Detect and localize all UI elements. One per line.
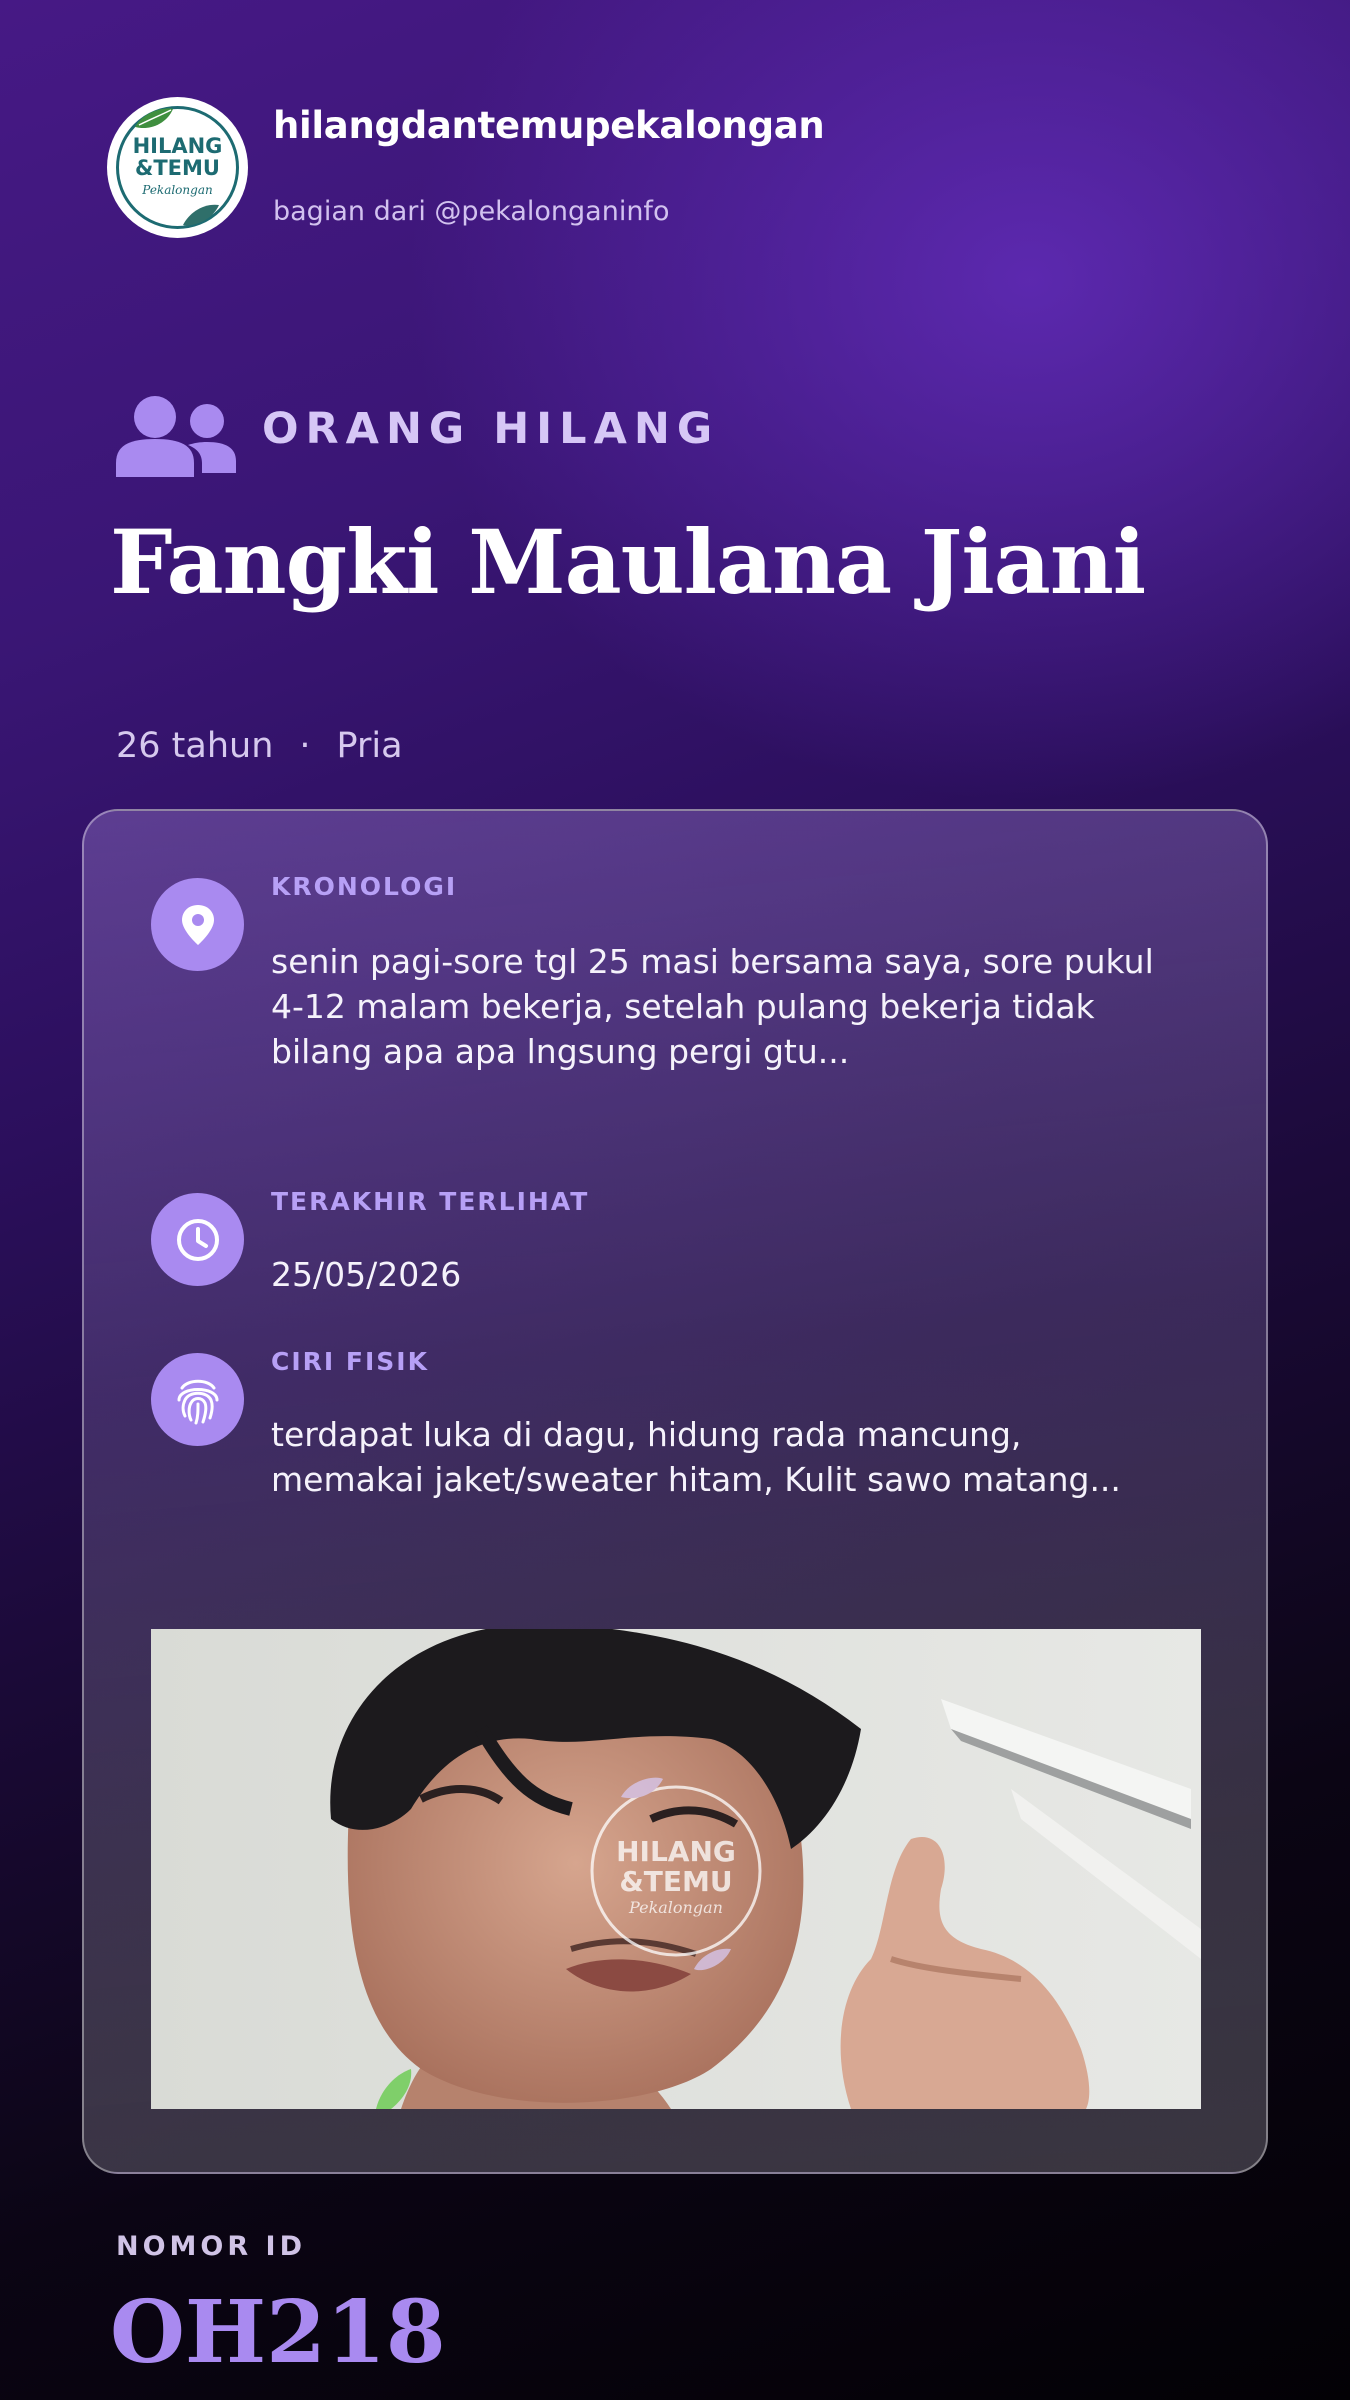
ciri-fisik-text: terdapat luka di dagu, hidung rada mancu… — [271, 1415, 1121, 1499]
brand-logo: HILANG &TEMU Pekalongan — [107, 97, 248, 238]
account-subtitle: bagian dari @pekalonganinfo — [273, 196, 670, 227]
person-gender: Pria — [336, 726, 403, 766]
watermark-line-2: &TEMU — [619, 1865, 732, 1898]
details-card: KRONOLOGI senin pagi-sore tgl 25 masi be… — [82, 809, 1268, 2174]
account-handle[interactable]: hilangdantemupekalongan — [273, 104, 825, 147]
person-name: Fangki Maulana Jiani — [110, 510, 1146, 614]
category-label: ORANG HILANG — [262, 404, 720, 454]
kronologi-text: senin pagi-sore tgl 25 masi bersama saya… — [271, 942, 1154, 1071]
location-pin-icon — [151, 878, 244, 971]
person-meta: 26 tahun · Pria — [116, 726, 403, 766]
id-label: NOMOR ID — [116, 2231, 307, 2262]
logo-line-3: Pekalongan — [141, 183, 212, 197]
logo-line-1: HILANG — [133, 134, 223, 158]
person-age: 26 tahun — [116, 726, 274, 766]
terakhir-terlihat-text: 25/05/2026 — [271, 1255, 462, 1294]
watermark-line-3: Pekalongan — [628, 1898, 723, 1917]
watermark-line-1: HILANG — [616, 1835, 736, 1868]
people-icon — [114, 393, 238, 481]
logo-line-2: &TEMU — [135, 156, 220, 180]
fingerprint-icon — [151, 1353, 244, 1446]
missing-person-photo: HILANG &TEMU Pekalongan — [151, 1629, 1201, 2109]
hilang-temu-logo-icon: HILANG &TEMU Pekalongan — [116, 106, 239, 229]
clock-icon — [151, 1193, 244, 1286]
id-value: OH218 — [110, 2282, 446, 2383]
meta-separator: · — [299, 726, 311, 766]
terakhir-terlihat-label: TERAKHIR TERLIHAT — [271, 1187, 590, 1216]
ciri-fisik-label: CIRI FISIK — [271, 1347, 429, 1376]
kronologi-label: KRONOLOGI — [271, 872, 458, 901]
